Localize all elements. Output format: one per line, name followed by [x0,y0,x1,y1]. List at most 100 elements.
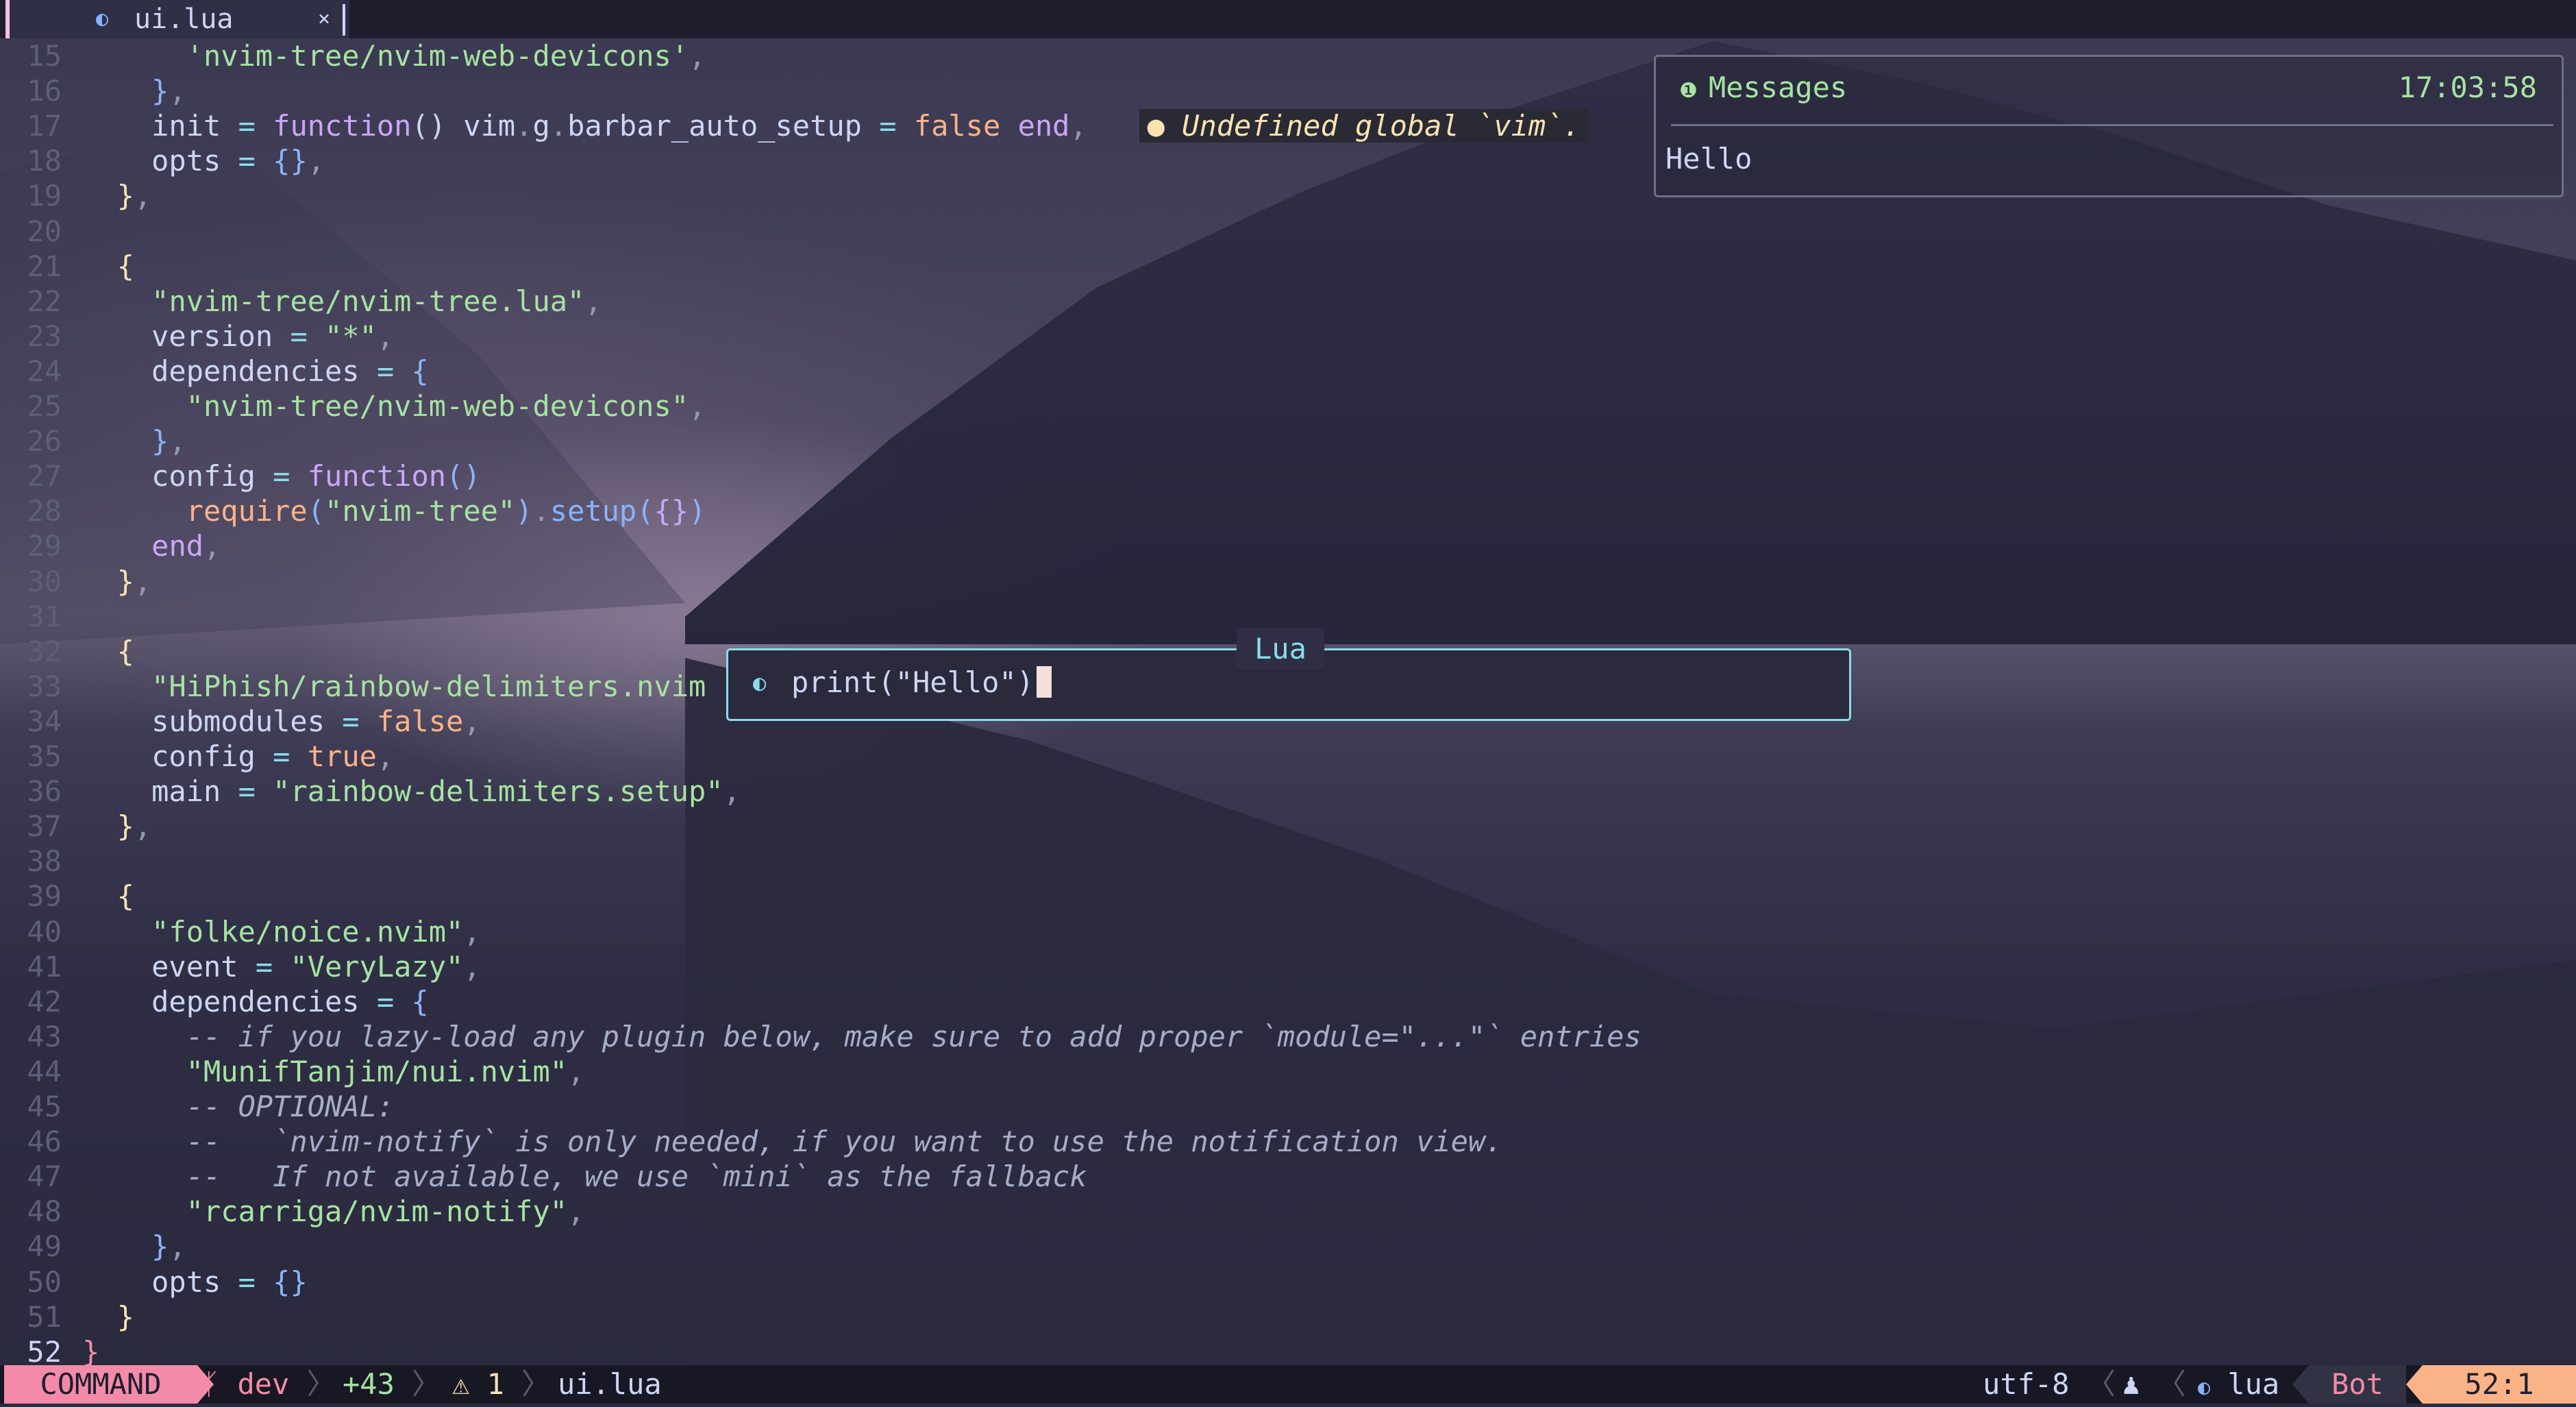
line-number: 46 [27,1125,62,1159]
buffer-tab-label: ui.lua [134,3,234,35]
code-token: -- OPTIONAL: [186,1090,395,1123]
close-icon[interactable]: × [318,0,330,38]
separator-chevron-icon: 〉 [306,1367,336,1401]
lua-file-icon: ◐ [96,7,109,31]
code-token: "MunifTanjim/nui.nvim" [186,1054,568,1088]
code-token: ( [636,494,654,528]
code-token: "nvim-tree" [325,494,516,528]
code-token: . [515,109,533,143]
code-token: , [689,39,706,73]
code-token: {} [273,144,308,178]
line-number: 15 [27,39,62,73]
line-number: 28 [27,494,62,528]
git-branch-label: dev [220,1367,290,1401]
info-icon: ❶ [1679,79,1698,103]
code-text: "folke/noice.nvim", [82,914,480,949]
code-text: end, [82,528,221,563]
code-token: , [203,529,221,563]
lua-icon: ◐ [2198,1375,2211,1399]
code-token: () [446,459,481,493]
code-token: , [134,564,152,598]
line-number: 31 [27,599,62,633]
code-token: init [82,109,238,143]
code-token: "rainbow-delimiters.setup" [273,774,723,809]
line-number: 19 [27,179,62,213]
code-token: { [116,249,134,283]
line-number: 18 [27,144,62,178]
code-token: , [376,319,395,353]
messages-header: ❶ Messages [1679,71,1847,104]
code-token: barbar_auto_setup [567,109,880,143]
code-token: event [82,949,256,983]
code-token: = [273,739,290,773]
text-cursor [1037,666,1052,698]
code-token: ) [515,494,533,528]
buffer-tab[interactable]: ◐ ui.lua × [5,0,349,38]
code-token: config [82,739,273,773]
tab-separator [343,4,345,36]
code-text: { [82,634,134,669]
code-token: = [238,144,256,178]
code-token: , [169,74,186,108]
line-number: 45 [27,1090,62,1123]
code-text: }, [82,424,186,458]
message-text: Hello [1665,142,1753,175]
code-text: dependencies = { [82,354,429,389]
code-token: } [151,424,169,458]
code-text: version = "*", [82,319,394,354]
line-number: 32 [27,634,62,668]
code-token: = [342,704,360,738]
code-token: dependencies [82,984,377,1018]
line-number: 17 [27,109,62,143]
code-token: setup [549,494,637,528]
code-token: {} [273,1264,308,1299]
code-token: "*" [325,319,377,353]
code-text: "MunifTanjim/nui.nvim", [82,1054,585,1089]
code-text: opts = {} [82,1264,308,1299]
line-number: 23 [27,319,62,353]
code-token: -- If not available, we use `mini` as th… [186,1160,1087,1194]
line-number: 34 [27,704,62,738]
code-token: {} [654,494,689,528]
encoding-label: utf-8 [1983,1367,2070,1401]
code-token: , [723,774,741,809]
line-number: 48 [27,1195,62,1229]
cmdline-popup[interactable]: Lua ◐ print("Hello") [726,628,1851,721]
code-text: }, [82,178,152,213]
code-token: } [116,1299,134,1334]
code-token: , [134,809,152,844]
code-token: = [879,109,897,143]
code-token: function [273,109,412,143]
warning-icon: ⚠ [452,1367,470,1401]
code-token: "nvim-tree/nvim-tree.lua" [151,284,585,318]
code-text: }, [82,564,152,599]
code-token: "folke/noice.nvim" [151,914,464,949]
code-token: -- if you lazy-load any plugin below, ma… [186,1019,1642,1053]
line-number: 29 [27,529,62,563]
code-token: = [238,1264,256,1299]
code-token: , [1069,109,1087,143]
code-text: -- `nvim-notify` is only needed, if you … [82,1124,1503,1159]
code-token: , [376,739,395,773]
code-text: config = true, [82,739,394,774]
code-token: end [151,529,204,563]
code-token: . [532,494,550,528]
cmdline-input[interactable]: print("Hello") [791,665,1052,699]
code-text: config = function() [82,458,481,493]
code-token: = [376,984,395,1018]
